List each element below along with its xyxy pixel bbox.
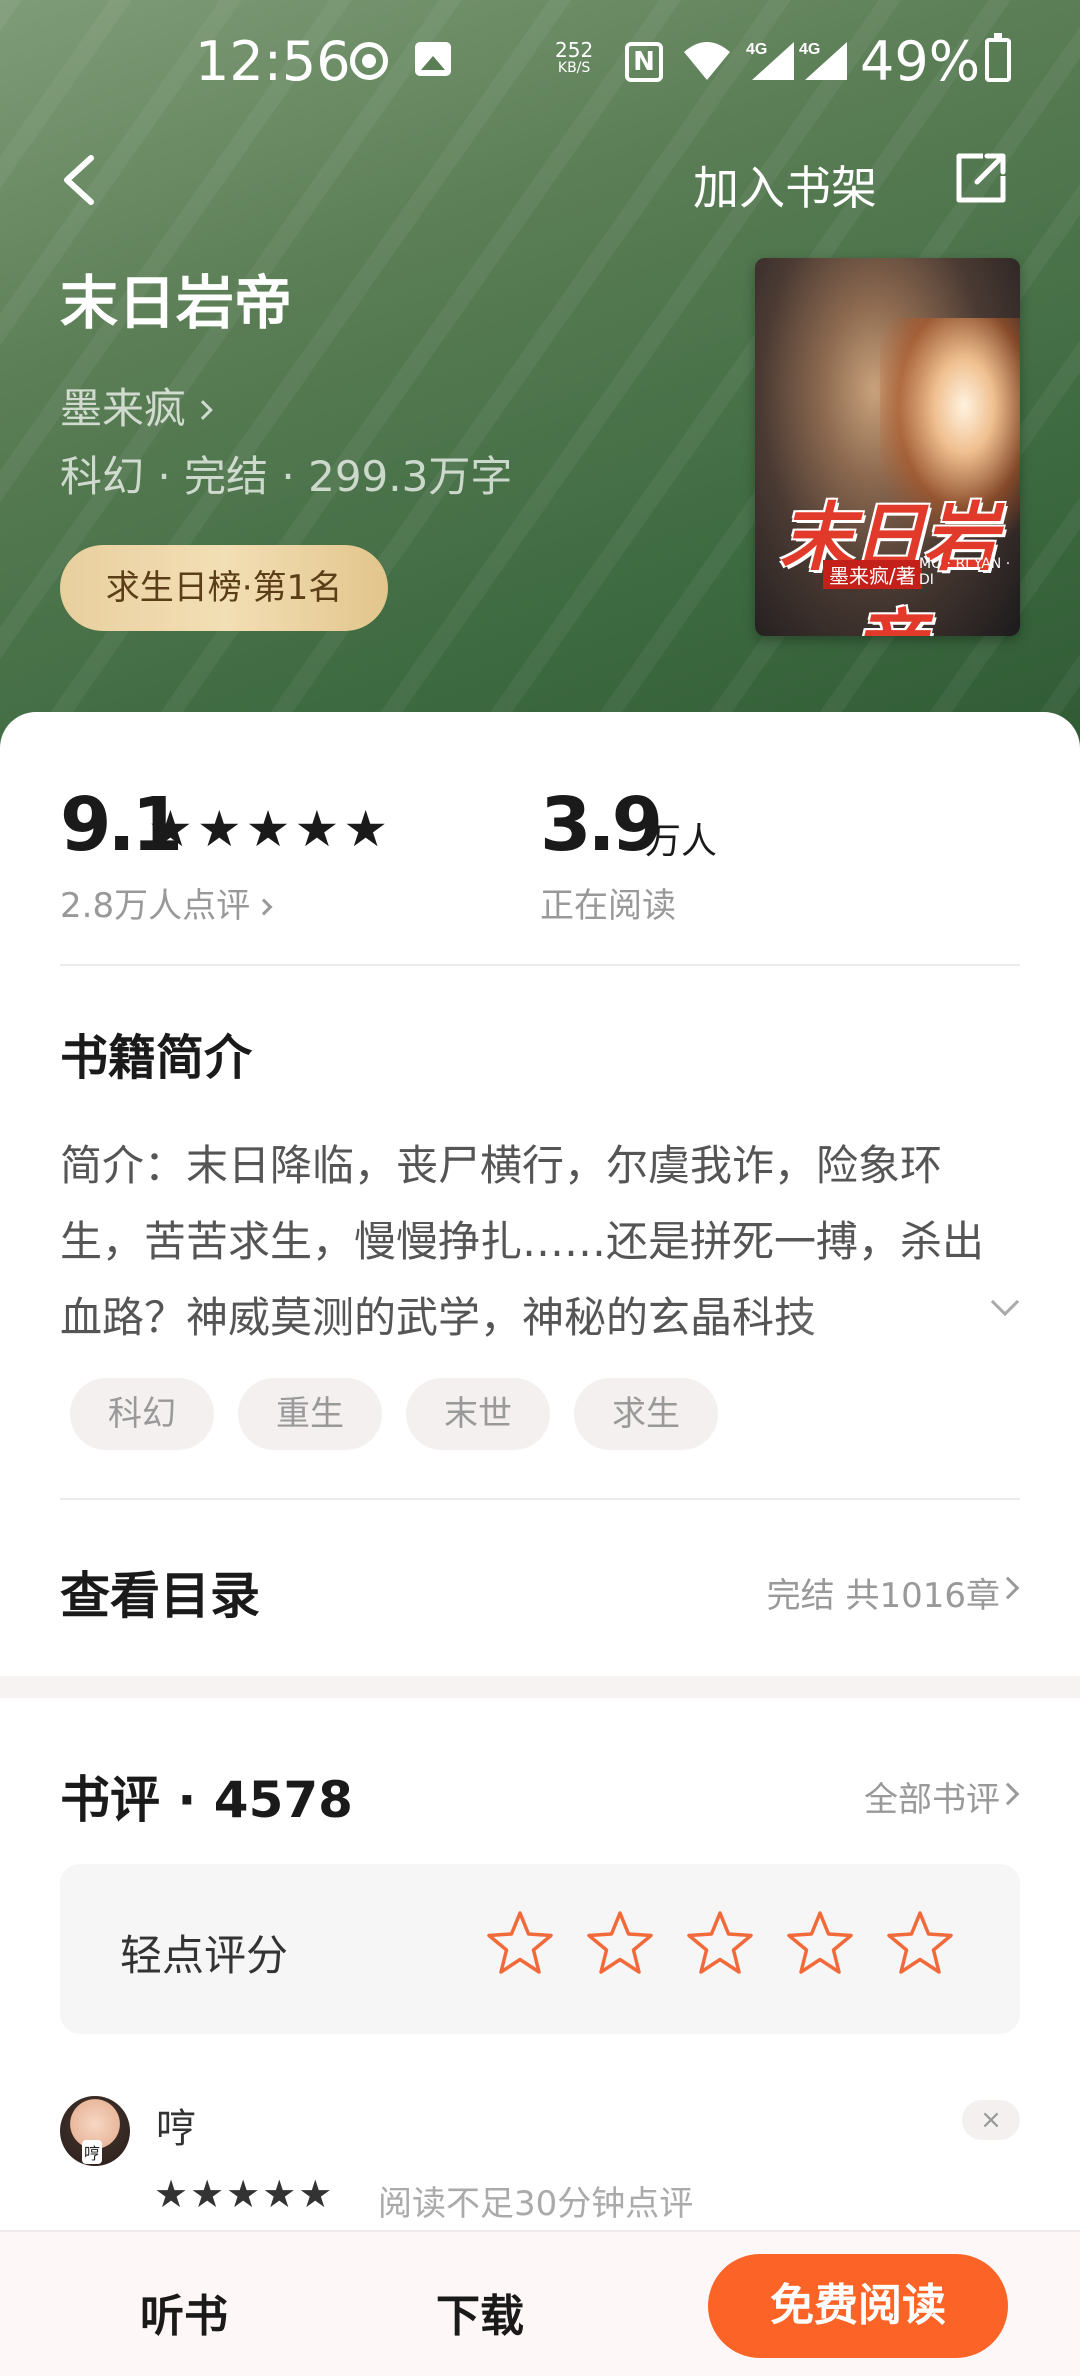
back-arrow-icon[interactable]: [55, 150, 105, 210]
rate-star-icon[interactable]: [485, 1908, 555, 1978]
author-link[interactable]: 墨来疯: [60, 375, 213, 436]
rate-box: 轻点评分: [60, 1864, 1020, 2034]
status-time: 12:56: [195, 30, 351, 93]
reviewer-name[interactable]: 哼: [156, 2096, 196, 2154]
rate-prompt: 轻点评分: [120, 1931, 289, 1980]
network-type-2: 4G: [799, 41, 820, 58]
tag-chip[interactable]: 科幻: [70, 1378, 214, 1450]
battery-icon: [985, 33, 1011, 82]
net-speed: 252 KB/S: [555, 40, 593, 76]
chevron-right-icon: [255, 898, 273, 916]
signal-icon-1: 4G: [746, 41, 794, 80]
book-title: 末日岩帝: [60, 269, 293, 337]
dismiss-close-icon[interactable]: ×: [962, 2100, 1020, 2140]
book-meta: 科幻 · 完结 · 299.3万字: [60, 452, 513, 501]
listen-button[interactable]: 听书: [140, 2280, 228, 2344]
intro-fade: [790, 1280, 990, 1356]
bottom-action-bar: 听书 下载 免费阅读: [0, 2230, 1080, 2376]
tag-chip[interactable]: 末世: [406, 1378, 550, 1450]
author-name: 墨来疯: [60, 384, 187, 433]
divider: [60, 964, 1020, 966]
all-reviews-link[interactable]: 全部书评: [864, 1772, 1000, 1821]
reviews-title: 书评 · 4578: [60, 1771, 353, 1829]
read-free-button[interactable]: 免费阅读: [708, 2254, 1008, 2358]
battery-percent: 49%: [860, 30, 981, 93]
tag-list: 科幻 重生 末世 求生: [70, 1378, 718, 1450]
net-speed-unit: KB/S: [557, 60, 591, 76]
status-bar: 12:56 252 KB/S N 4G 4G 49%: [0, 0, 1080, 120]
avatar[interactable]: 哼: [60, 2096, 130, 2166]
signal-icon-2: 4G: [799, 41, 847, 80]
share-icon[interactable]: [953, 150, 1009, 206]
rate-star-icon[interactable]: [785, 1908, 855, 1978]
rating-stars: ★★★★★: [148, 800, 393, 858]
nfc-icon: N: [625, 42, 663, 82]
rate-stars: [485, 1908, 955, 1978]
intro-heading: 书籍简介: [60, 1030, 253, 1086]
download-button[interactable]: 下载: [436, 2280, 524, 2344]
book-cover[interactable]: 末日岩帝 墨来疯/著 MO · RI YAN · DI: [755, 258, 1020, 636]
rating-count-link[interactable]: 2.8万人点评: [60, 878, 273, 927]
add-to-shelf-button[interactable]: 加入书架: [693, 152, 877, 218]
rate-star-icon[interactable]: [685, 1908, 755, 1978]
toc-label[interactable]: 查看目录: [60, 1556, 260, 1628]
avatar-badge: 哼: [82, 2140, 103, 2164]
cover-pinyin: MO · RI YAN · DI: [919, 556, 1011, 588]
readers-label: 正在阅读: [540, 886, 676, 926]
readers-unit: 万人: [645, 821, 718, 862]
cover-author: 墨来疯/著: [823, 560, 922, 589]
image-notification-icon: [415, 42, 451, 76]
divider: [60, 1498, 1020, 1500]
section-separator: [0, 1676, 1080, 1698]
net-speed-value: 252: [555, 38, 594, 62]
rank-badge[interactable]: 求生日榜·第1名: [60, 545, 388, 631]
toc-meta[interactable]: 完结 共1016章: [767, 1568, 1000, 1617]
tag-chip[interactable]: 求生: [574, 1378, 718, 1450]
network-type-1: 4G: [746, 41, 767, 58]
chevron-right-icon: [193, 400, 213, 420]
review-note: 阅读不足30分钟点评: [378, 2184, 694, 2224]
rate-star-icon[interactable]: [885, 1908, 955, 1978]
record-icon: [350, 42, 388, 80]
wifi-icon: [684, 42, 730, 80]
rate-star-icon[interactable]: [585, 1908, 655, 1978]
rating-count: 2.8万人点评: [60, 886, 251, 926]
reviewer-stars: ★★★★★: [154, 2172, 335, 2216]
tag-chip[interactable]: 重生: [238, 1378, 382, 1450]
readers-count: 3.9: [540, 782, 663, 868]
